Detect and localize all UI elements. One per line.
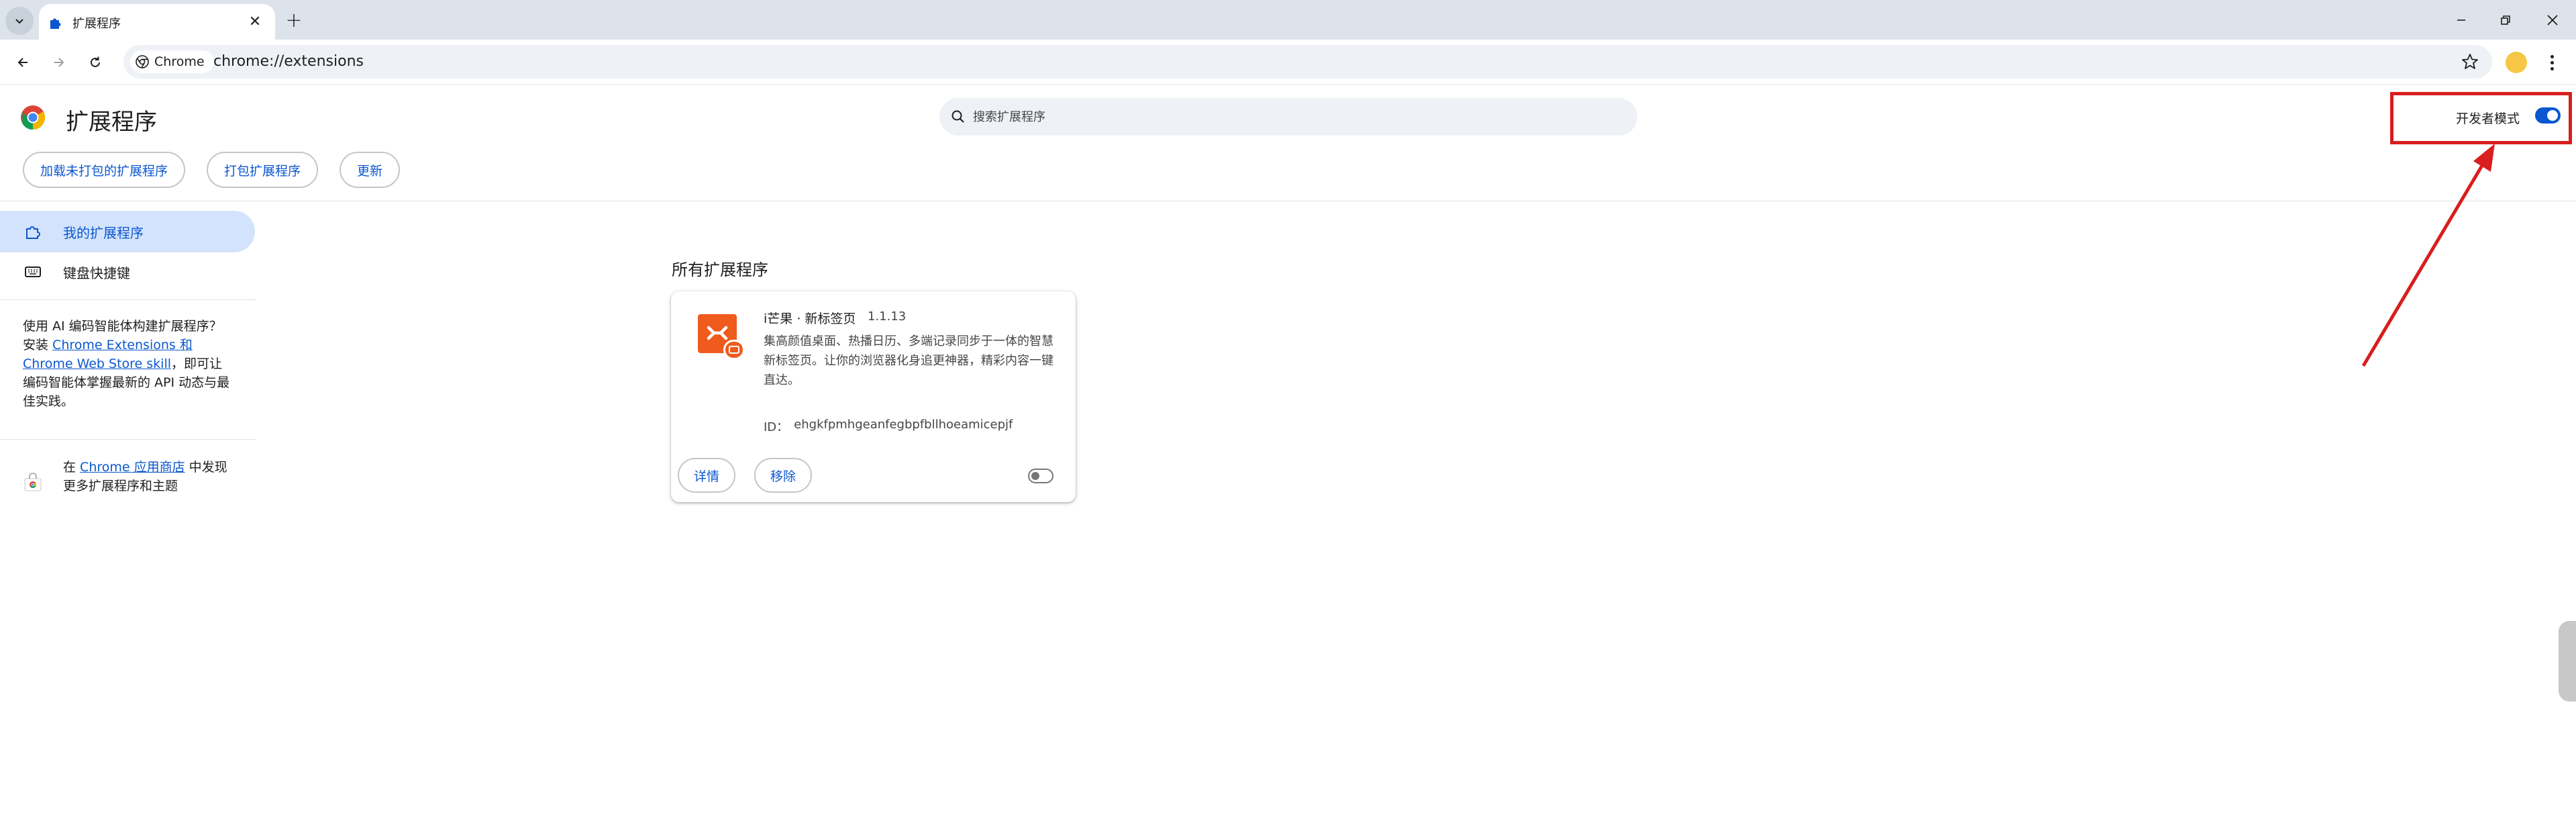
close-tab-icon[interactable]: ✕ bbox=[246, 12, 264, 31]
scrollbar-thumb[interactable] bbox=[2559, 621, 2576, 702]
chrome-web-store-icon bbox=[24, 473, 42, 491]
sidebar: 我的扩展程序 键盘快捷键 使用 AI 编码智能体构建扩展程序？安装 Chrome… bbox=[0, 201, 256, 537]
sidebar-divider bbox=[0, 299, 256, 300]
keyboard-icon bbox=[25, 267, 41, 277]
sidebar-item-keyboard-shortcuts[interactable]: 键盘快捷键 bbox=[0, 251, 255, 293]
chrome-logo-icon bbox=[21, 105, 46, 130]
update-button[interactable]: 更新 bbox=[340, 152, 401, 188]
address-bar[interactable]: Chrome chrome://extensions bbox=[123, 45, 2492, 79]
forward-arrow-icon bbox=[54, 58, 64, 67]
minimize-button[interactable] bbox=[2449, 8, 2473, 32]
sidebar-item-label: 我的扩展程序 bbox=[63, 224, 144, 241]
url-text[interactable]: chrome://extensions bbox=[213, 53, 364, 70]
sidebar-divider bbox=[0, 439, 256, 440]
remove-button[interactable]: 移除 bbox=[754, 458, 813, 493]
reload-button[interactable] bbox=[82, 49, 109, 76]
tab-title: 扩展程序 bbox=[72, 17, 121, 31]
load-unpacked-button[interactable]: 加载未打包的扩展程序 bbox=[23, 152, 186, 188]
details-button[interactable]: 详情 bbox=[678, 458, 736, 493]
extension-id-row: ID： ehgkfpmhgeanfegbpfbllhoeamicepjf bbox=[764, 418, 1013, 435]
extension-id: ehgkfpmhgeanfegbpfbllhoeamicepjf bbox=[794, 418, 1013, 432]
extensions-header: 扩展程序 开发者模式 加载未打包的扩展程序 打包扩展程序 更新 bbox=[0, 85, 2576, 201]
forward-button[interactable] bbox=[46, 49, 72, 76]
sidebar-item-my-extensions[interactable]: 我的扩展程序 bbox=[0, 211, 255, 252]
back-arrow-icon bbox=[17, 58, 28, 67]
tab-strip: 扩展程序 ✕ + bbox=[0, 0, 2576, 40]
tab-search-button[interactable] bbox=[5, 7, 34, 35]
back-button[interactable] bbox=[9, 49, 36, 76]
store-promo-prefix: 在 bbox=[63, 460, 81, 475]
sidebar-item-label: 键盘快捷键 bbox=[63, 264, 130, 281]
minimize-icon bbox=[2457, 19, 2465, 21]
extension-version: 1.1.13 bbox=[868, 309, 907, 324]
search-box[interactable] bbox=[939, 98, 1637, 136]
close-icon bbox=[2547, 15, 2558, 26]
menu-dot-icon bbox=[2550, 66, 2554, 70]
restore-icon bbox=[2501, 15, 2510, 25]
search-input[interactable] bbox=[973, 105, 1617, 129]
pack-extension-button[interactable]: 打包扩展程序 bbox=[207, 152, 319, 188]
site-chip-label: Chrome bbox=[154, 54, 205, 69]
chrome-logo-icon bbox=[136, 55, 149, 68]
browser-menu-button[interactable] bbox=[2542, 50, 2562, 75]
extension-description: 集高颜值桌面、热播日历、多端记录同步于一体的智慧新标签页。让你的浏览器化身追更神… bbox=[764, 334, 1053, 387]
page-title: 扩展程序 bbox=[66, 109, 157, 136]
extension-id-label: ID： bbox=[764, 420, 789, 434]
extension-name: i芒果 · 新标签页 bbox=[764, 311, 856, 326]
chevron-down-icon bbox=[15, 19, 23, 24]
browser-toolbar: Chrome chrome://extensions bbox=[0, 40, 2576, 85]
close-window-button[interactable] bbox=[2540, 8, 2565, 32]
search-icon bbox=[951, 110, 964, 123]
menu-dot-icon bbox=[2550, 60, 2554, 64]
annotation-arrow bbox=[2361, 144, 2495, 367]
profile-avatar[interactable] bbox=[2506, 52, 2527, 73]
menu-dot-icon bbox=[2550, 54, 2554, 58]
puzzle-icon bbox=[26, 226, 40, 239]
restore-button[interactable] bbox=[2493, 8, 2518, 32]
section-title: 所有扩展程序 bbox=[672, 260, 768, 279]
extension-enable-toggle[interactable] bbox=[1028, 469, 1053, 483]
chrome-web-store-link[interactable]: Chrome 应用商店 bbox=[80, 460, 185, 475]
extension-card: i芒果 · 新标签页 1.1.13 集高颜值桌面、热播日历、多端记录同步于一体的… bbox=[671, 291, 1076, 502]
new-tab-button[interactable]: + bbox=[282, 8, 306, 32]
tv-icon bbox=[729, 346, 739, 354]
bookmark-star-icon[interactable] bbox=[2460, 52, 2480, 72]
site-info-chip[interactable]: Chrome bbox=[130, 50, 214, 73]
reload-icon bbox=[91, 56, 100, 67]
tab-extensions[interactable]: 扩展程序 ✕ bbox=[39, 4, 275, 40]
extension-badge-icon bbox=[723, 340, 745, 360]
web-store-promo: 在 Chrome 应用商店 中发现更多扩展程序和主题 bbox=[63, 458, 238, 495]
ai-skill-promo: 使用 AI 编码智能体构建扩展程序？安装 Chrome Extensions 和… bbox=[23, 317, 231, 411]
puzzle-icon bbox=[50, 18, 61, 29]
